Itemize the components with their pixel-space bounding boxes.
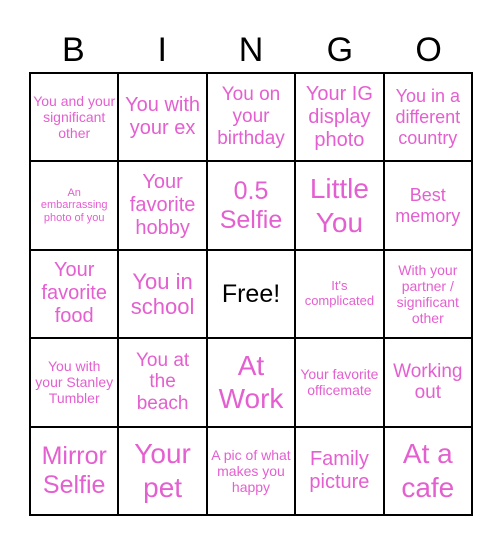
bingo-cell[interactable]: At Work [207, 339, 295, 426]
bingo-cell[interactable]: You on your birthday [207, 74, 295, 161]
bingo-cell[interactable]: Your IG display photo [296, 74, 383, 161]
bingo-cell[interactable]: Working out [384, 339, 471, 426]
bingo-cell[interactable]: An embarrassing photo of you [31, 162, 118, 249]
header-letter-o: O [415, 31, 442, 69]
bingo-cell[interactable]: With your partner / significant other [384, 250, 471, 338]
bingo-cell[interactable]: Your favorite food [31, 250, 118, 338]
bingo-cell[interactable]: Your favorite hobby [119, 162, 206, 249]
bingo-cell[interactable]: Little You [296, 162, 383, 249]
bingo-cell[interactable]: You with your Stanley Tumbler [31, 339, 118, 426]
bingo-cell[interactable]: It's complicated [296, 250, 383, 338]
header-letter-g: G [326, 31, 354, 69]
bingo-cell[interactable]: Your pet [119, 427, 206, 514]
bingo-cell[interactable]: A pic of what makes you happy [207, 427, 295, 514]
bingo-cell[interactable]: You and your significant other [31, 74, 118, 161]
header-letter-b: B [62, 31, 85, 69]
bingo-grid: You and your significant other You with … [29, 72, 473, 516]
bingo-cell[interactable]: You in school [119, 250, 206, 338]
bingo-cell[interactable]: Family picture [296, 427, 383, 514]
bingo-cell[interactable]: You in a different country [384, 74, 471, 161]
bingo-cell[interactable]: Your favorite officemate [296, 339, 383, 426]
bingo-cell[interactable]: You at the beach [119, 339, 206, 426]
header-letter-n: N [238, 31, 264, 69]
free-space[interactable]: Free! [207, 250, 295, 338]
bingo-cell[interactable]: You with your ex [119, 74, 206, 161]
bingo-cell[interactable]: At a cafe [384, 427, 471, 514]
header-letter-i: I [157, 31, 167, 69]
bingo-cell[interactable]: Mirror Selfie [31, 427, 118, 514]
bingo-cell[interactable]: 0.5 Selfie [207, 162, 295, 249]
bingo-cell[interactable]: Best memory [384, 162, 471, 249]
bingo-header: B I N G O [29, 30, 473, 70]
